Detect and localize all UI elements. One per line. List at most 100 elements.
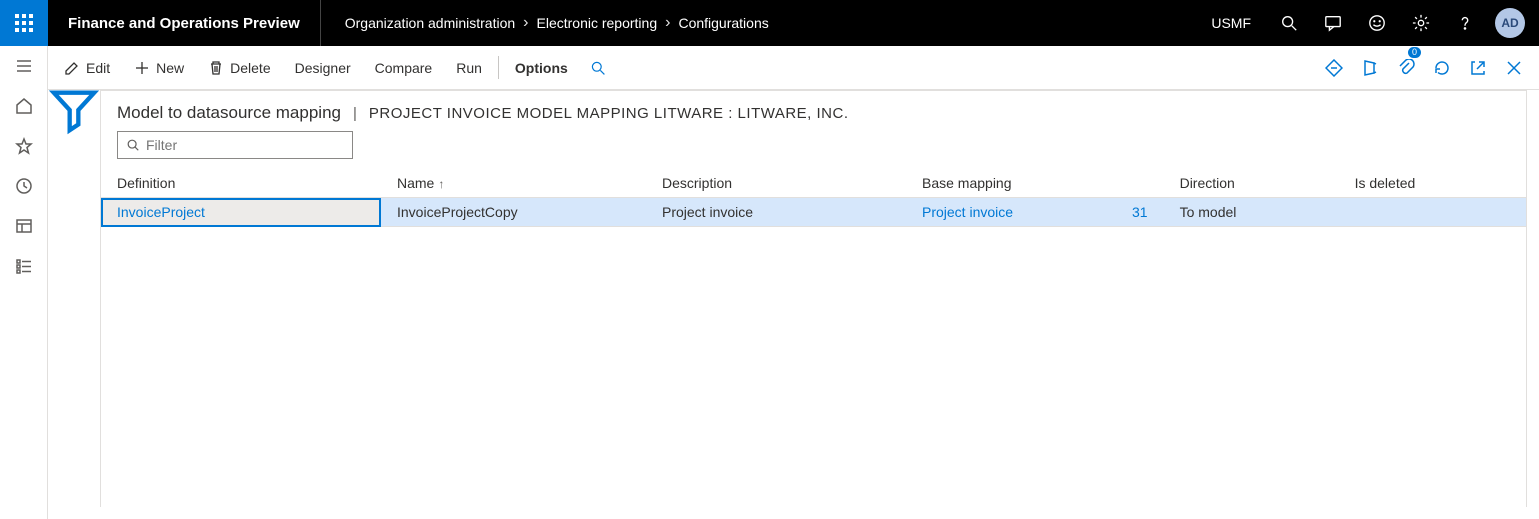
- cell-direction[interactable]: To model: [1164, 198, 1339, 227]
- nav-home-button[interactable]: [0, 86, 48, 126]
- modules-icon: [15, 257, 33, 275]
- content-gutter: [48, 90, 100, 519]
- grid-table: Definition Name↑ Description Base mappin…: [101, 169, 1526, 227]
- new-button[interactable]: New: [122, 46, 196, 89]
- breadcrumb-item-1[interactable]: Electronic reporting: [537, 15, 658, 31]
- chevron-right-icon: ›: [665, 14, 670, 32]
- plus-icon: [134, 60, 150, 76]
- refresh-button[interactable]: [1425, 51, 1459, 85]
- search-button[interactable]: [1269, 0, 1309, 46]
- base-mapping-link[interactable]: Project invoice: [922, 204, 1013, 220]
- home-icon: [15, 97, 33, 115]
- action-bar: Edit New Delete Designer Compare Run Opt…: [48, 46, 1539, 90]
- action-bar-right: 0: [1317, 46, 1531, 89]
- page-title: Model to datasource mapping: [117, 103, 341, 123]
- waffle-icon: [15, 14, 33, 32]
- col-base-mapping-ref[interactable]: [1116, 169, 1164, 198]
- col-description[interactable]: Description: [646, 169, 906, 198]
- messages-button[interactable]: [1313, 0, 1353, 46]
- company-code[interactable]: USMF: [1197, 15, 1265, 31]
- feedback-button[interactable]: [1357, 0, 1397, 46]
- definition-link[interactable]: InvoiceProject: [117, 204, 205, 220]
- smile-icon: [1368, 14, 1386, 32]
- edit-label: Edit: [86, 60, 110, 76]
- designer-button[interactable]: Designer: [283, 46, 363, 89]
- toolbar-divider: [498, 56, 499, 79]
- close-button[interactable]: [1497, 51, 1531, 85]
- content: Model to datasource mapping | PROJECT IN…: [100, 90, 1527, 507]
- settings-button[interactable]: [1401, 0, 1441, 46]
- search-icon: [590, 60, 606, 76]
- page-subtitle: PROJECT INVOICE MODEL MAPPING LITWARE : …: [369, 105, 849, 122]
- designer-label: Designer: [295, 60, 351, 76]
- close-icon: [1505, 59, 1523, 77]
- help-icon: [1456, 14, 1474, 32]
- funnel-icon: [48, 84, 100, 136]
- cell-base-mapping[interactable]: Project invoice: [906, 198, 1116, 227]
- page-title-sep: |: [353, 105, 357, 122]
- popout-button[interactable]: [1461, 51, 1495, 85]
- edit-button[interactable]: Edit: [52, 46, 122, 89]
- nav-modules-button[interactable]: [0, 246, 48, 286]
- table-row[interactable]: InvoiceProject InvoiceProjectCopy Projec…: [101, 198, 1526, 227]
- search-icon: [1280, 14, 1298, 32]
- breadcrumb-item-2[interactable]: Configurations: [678, 15, 768, 31]
- header-right: USMF AD: [1197, 0, 1539, 46]
- delete-label: Delete: [230, 60, 270, 76]
- pin-button[interactable]: [1317, 51, 1351, 85]
- hamburger-icon: [15, 57, 33, 75]
- col-direction[interactable]: Direction: [1164, 169, 1339, 198]
- cell-description[interactable]: Project invoice: [646, 198, 906, 227]
- cell-is-deleted[interactable]: [1339, 198, 1526, 227]
- cell-base-mapping-ref[interactable]: 31: [1116, 198, 1164, 227]
- toolbar-search[interactable]: [580, 46, 616, 89]
- edit-icon: [64, 60, 80, 76]
- attachments-button[interactable]: 0: [1389, 51, 1423, 85]
- nav-favorites-button[interactable]: [0, 126, 48, 166]
- col-base-mapping[interactable]: Base mapping: [906, 169, 1116, 198]
- col-definition[interactable]: Definition: [101, 169, 381, 198]
- trash-icon: [208, 60, 224, 76]
- attachment-icon: [1397, 59, 1415, 77]
- nav-recent-button[interactable]: [0, 166, 48, 206]
- help-button[interactable]: [1445, 0, 1485, 46]
- nav-hamburger-button[interactable]: [0, 46, 48, 86]
- refresh-icon: [1433, 59, 1451, 77]
- office-button[interactable]: [1353, 51, 1387, 85]
- diamond-icon: [1325, 59, 1343, 77]
- user-avatar[interactable]: AD: [1495, 8, 1525, 38]
- grid-header-row: Definition Name↑ Description Base mappin…: [101, 169, 1526, 198]
- col-is-deleted[interactable]: Is deleted: [1339, 169, 1526, 198]
- new-label: New: [156, 60, 184, 76]
- global-header: Finance and Operations Preview Organizat…: [0, 0, 1539, 46]
- chevron-right-icon: ›: [523, 14, 528, 32]
- filter-pane-button[interactable]: [48, 90, 100, 130]
- delete-button[interactable]: Delete: [196, 46, 282, 89]
- app-launcher-button[interactable]: [0, 0, 48, 46]
- options-button[interactable]: Options: [503, 46, 580, 89]
- grid: Definition Name↑ Description Base mappin…: [101, 169, 1526, 227]
- compare-label: Compare: [375, 60, 433, 76]
- col-name[interactable]: Name↑: [381, 169, 646, 198]
- breadcrumb-item-0[interactable]: Organization administration: [345, 15, 515, 31]
- filter-wrap: [101, 131, 1526, 169]
- base-mapping-ref-link[interactable]: 31: [1132, 204, 1148, 220]
- quickfilter[interactable]: [117, 131, 353, 159]
- options-label: Options: [515, 60, 568, 76]
- nav-rail: [0, 46, 48, 519]
- quickfilter-input[interactable]: [146, 137, 344, 153]
- star-icon: [15, 137, 33, 155]
- clock-icon: [15, 177, 33, 195]
- run-button[interactable]: Run: [444, 46, 494, 89]
- content-header: Model to datasource mapping | PROJECT IN…: [101, 91, 1526, 131]
- attachments-count: 0: [1408, 47, 1421, 58]
- search-icon: [126, 138, 140, 152]
- popout-icon: [1469, 59, 1487, 77]
- workspace-icon: [15, 217, 33, 235]
- cell-name[interactable]: InvoiceProjectCopy: [381, 198, 646, 227]
- cell-definition[interactable]: InvoiceProject: [101, 198, 381, 227]
- compare-button[interactable]: Compare: [363, 46, 445, 89]
- run-label: Run: [456, 60, 482, 76]
- nav-workspaces-button[interactable]: [0, 206, 48, 246]
- breadcrumb: Organization administration › Electronic…: [321, 0, 1198, 46]
